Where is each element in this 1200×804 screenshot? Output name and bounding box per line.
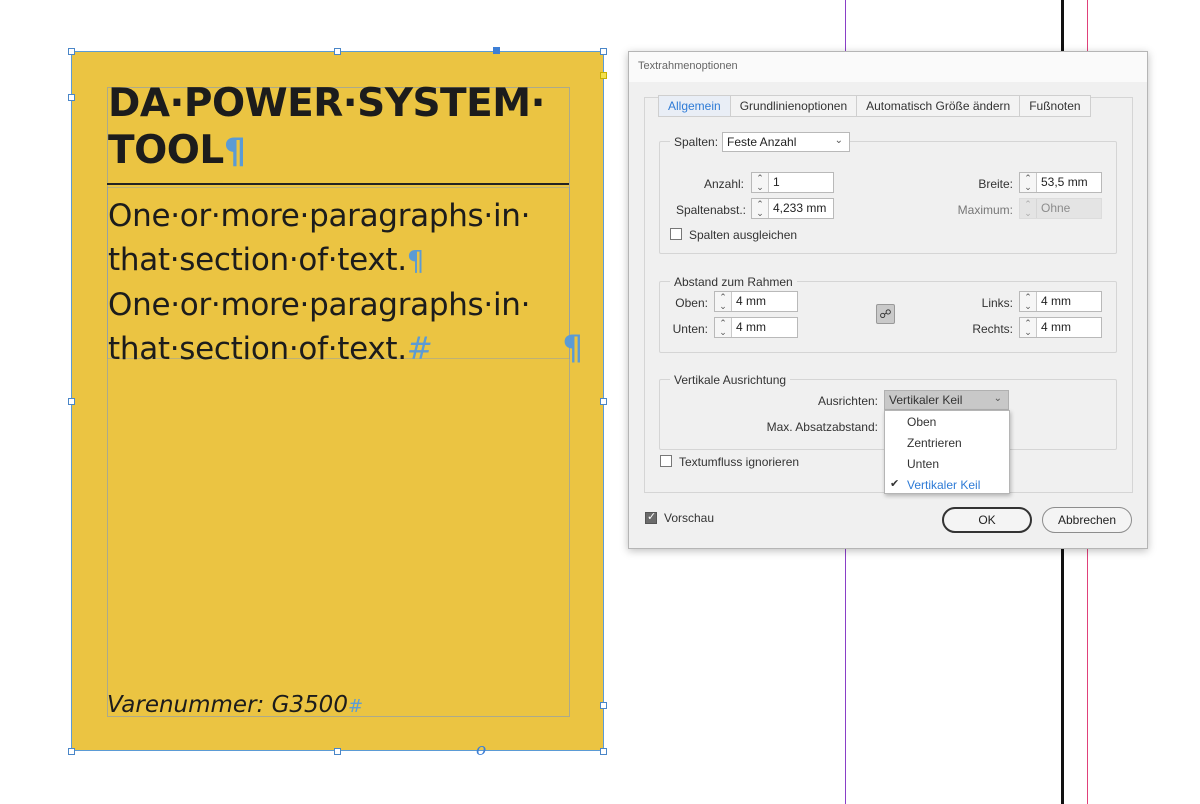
ignore-text-wrap-checkbox[interactable]	[660, 455, 672, 467]
width-stepper[interactable]: ⌃ ⌄ 53,5 mm	[1019, 172, 1102, 193]
dialog-title: Textrahmenoptionen	[629, 52, 1147, 82]
inset-spacing-label: Abstand zum Rahmen	[670, 275, 797, 289]
stepper-arrows-icon: ⌃ ⌄	[1020, 199, 1037, 218]
corner-option-handle[interactable]	[600, 72, 607, 79]
resize-handle-top-left[interactable]	[68, 48, 75, 55]
headline-text: DA·POWER·SYSTEM· TOOL¶	[108, 80, 578, 175]
preview-label: Vorschau	[664, 511, 715, 525]
chevron-down-icon: ⌄	[993, 393, 1002, 404]
headline-rule	[107, 183, 569, 185]
dropdown-option-bottom[interactable]: Unten	[907, 457, 939, 471]
count-label: Anzahl:	[703, 177, 744, 191]
body-line-text: that·section·of·text.	[108, 242, 407, 278]
pilcrow-mark: ¶	[223, 131, 246, 172]
balance-columns-label: Spalten ausgleichen	[689, 228, 798, 242]
stepper-arrows-icon[interactable]: ⌃ ⌄	[1020, 173, 1037, 192]
tab-bar: Allgemein Grundlinienoptionen Automatisc…	[658, 95, 1091, 117]
body-line-text: that·section·of·text.	[108, 331, 407, 367]
resize-handle-right[interactable]	[600, 398, 607, 405]
count-value: 1	[773, 175, 780, 189]
maximum-label: Maximum:	[957, 203, 1013, 217]
end-of-story-mark: #	[347, 696, 364, 717]
checkmark-icon: ✔	[890, 478, 900, 490]
gutter-stepper[interactable]: ⌃ ⌄ 4,233 mm	[751, 198, 834, 219]
gutter-value: 4,233 mm	[773, 201, 827, 215]
align-select[interactable]: Vertikaler Keil ⌄	[884, 390, 1009, 410]
columns-type-value: Feste Anzahl	[727, 135, 797, 149]
chain-link-icon[interactable]: ☍	[876, 304, 895, 324]
headline-line-1: DA·POWER·SYSTEM·	[108, 81, 545, 126]
pilcrow-mark: ¶	[406, 244, 425, 277]
inset-left-value: 4 mm	[1041, 294, 1071, 308]
cancel-button[interactable]: Abbrechen	[1042, 507, 1132, 533]
inset-left-stepper[interactable]: ⌃ ⌄ 4 mm	[1019, 291, 1102, 312]
balance-columns-checkbox[interactable]	[670, 228, 682, 240]
count-stepper[interactable]: ⌃ ⌄ 1	[751, 172, 834, 193]
body-line: One·or·more·paragraphs·in·	[108, 287, 531, 323]
sku-text: Varenummer: G3500#	[107, 692, 363, 718]
ignore-text-wrap-label: Textumfluss ignorieren	[679, 455, 800, 469]
tab-baseline-options[interactable]: Grundlinienoptionen	[730, 95, 858, 117]
columns-label: Spalten:	[670, 135, 723, 149]
resize-handle-bottom-right[interactable]	[600, 748, 607, 755]
maximum-value: Ohne	[1041, 201, 1071, 215]
inset-right-stepper[interactable]: ⌃ ⌄ 4 mm	[1019, 317, 1102, 338]
vertical-justification-label: Vertikale Ausrichtung	[670, 373, 791, 387]
resize-handle-top-right[interactable]	[600, 48, 607, 55]
pilcrow-mark: ¶	[562, 328, 584, 368]
tab-auto-size[interactable]: Automatisch Größe ändern	[857, 95, 1021, 117]
ok-button[interactable]: OK	[942, 507, 1032, 533]
in-port-handle[interactable]	[493, 47, 500, 54]
inset-top-stepper[interactable]: ⌃ ⌄ 4 mm	[714, 291, 798, 312]
stepper-arrows-icon[interactable]: ⌃ ⌄	[1020, 318, 1037, 337]
body-line: that·section·of·text.¶	[108, 238, 578, 283]
inset-top-value: 4 mm	[736, 294, 766, 308]
inset-right-label: Rechts:	[972, 322, 1013, 336]
tab-general[interactable]: Allgemein	[658, 95, 731, 117]
stepper-arrows-icon[interactable]: ⌃ ⌄	[715, 318, 732, 337]
dropdown-option-justify[interactable]: Vertikaler Keil	[907, 478, 980, 492]
align-label: Ausrichten:	[817, 394, 878, 408]
tab-footnotes[interactable]: Fußnoten	[1020, 95, 1091, 117]
width-value: 53,5 mm	[1041, 175, 1088, 189]
preview-checkbox[interactable]	[645, 510, 657, 524]
out-port-icon[interactable]: o	[476, 740, 486, 760]
headline-line-2: TOOL	[108, 128, 224, 173]
resize-handle-right-lower[interactable]	[600, 702, 607, 709]
dropdown-option-center[interactable]: Zentrieren	[907, 436, 962, 450]
resize-handle-left-upper[interactable]	[68, 94, 75, 101]
inset-bottom-value: 4 mm	[736, 320, 766, 334]
inset-bottom-stepper[interactable]: ⌃ ⌄ 4 mm	[714, 317, 798, 338]
resize-handle-bottom[interactable]	[334, 748, 341, 755]
stepper-arrows-icon[interactable]: ⌃ ⌄	[752, 199, 769, 218]
body-line: that·section·of·text.#	[108, 327, 578, 371]
end-of-story-mark: #	[406, 331, 433, 367]
max-paragraph-spacing-label: Max. Absatzabstand:	[766, 420, 878, 434]
inset-bottom-label: Unten:	[672, 322, 708, 336]
inset-left-label: Links:	[981, 296, 1013, 310]
resize-handle-left[interactable]	[68, 398, 75, 405]
resize-handle-top[interactable]	[334, 48, 341, 55]
maximum-stepper: ⌃ ⌄ Ohne	[1019, 198, 1102, 219]
align-value: Vertikaler Keil	[889, 393, 963, 407]
body-text: One·or·more·paragraphs·in· that·section·…	[108, 194, 578, 371]
align-dropdown-menu: Oben Zentrieren Unten ✔ Vertikaler Keil	[884, 410, 1010, 494]
resize-handle-bottom-left[interactable]	[68, 748, 75, 755]
stepper-arrows-icon[interactable]: ⌃ ⌄	[752, 173, 769, 192]
columns-type-select[interactable]: Feste Anzahl ⌄	[722, 132, 850, 152]
stepper-arrows-icon[interactable]: ⌃ ⌄	[1020, 292, 1037, 311]
body-line: One·or·more·paragraphs·in·	[108, 198, 531, 234]
sku-value: Varenummer: G3500	[107, 692, 348, 718]
inset-right-value: 4 mm	[1041, 320, 1071, 334]
inset-guide	[107, 87, 570, 717]
width-label: Breite:	[978, 177, 1013, 191]
dropdown-option-top[interactable]: Oben	[907, 415, 936, 429]
inset-top-label: Oben:	[675, 296, 708, 310]
stepper-arrows-icon[interactable]: ⌃ ⌄	[715, 292, 732, 311]
chevron-down-icon: ⌄	[834, 135, 843, 146]
gutter-label: Spaltenabst.:	[675, 203, 746, 217]
